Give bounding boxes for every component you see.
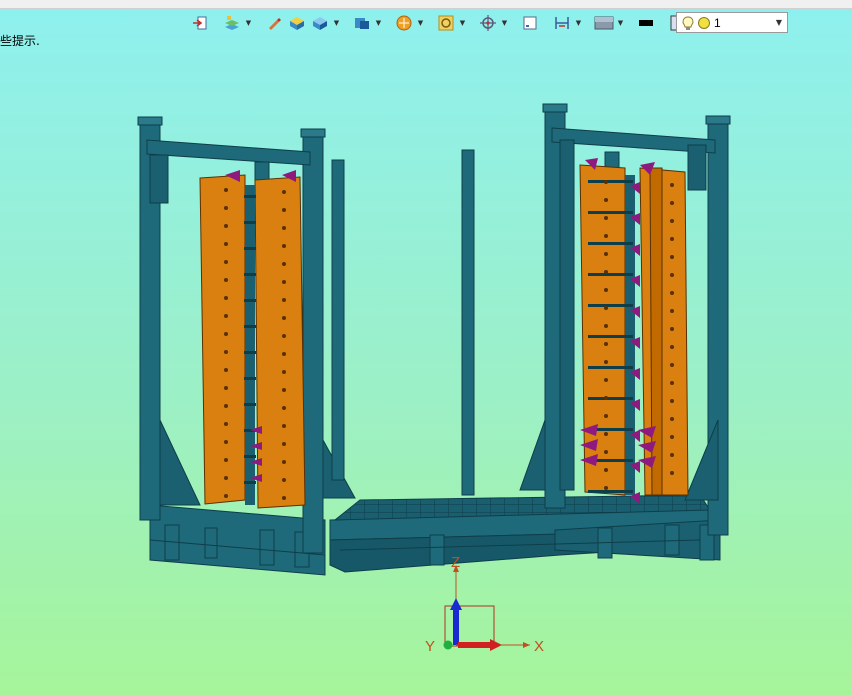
rung	[588, 180, 633, 183]
hole	[282, 244, 286, 248]
hole	[604, 360, 608, 364]
hole	[670, 309, 674, 313]
hole	[224, 206, 228, 210]
center-post	[461, 149, 475, 496]
hole	[282, 208, 286, 212]
rung	[244, 299, 256, 302]
rung	[244, 377, 256, 380]
hole	[224, 260, 228, 264]
rung	[244, 221, 256, 224]
hole	[224, 188, 228, 192]
hole	[224, 224, 228, 228]
hole	[670, 453, 674, 457]
rung	[588, 397, 633, 400]
rung	[588, 242, 633, 245]
hole	[604, 252, 608, 256]
hole	[604, 306, 608, 310]
hole	[670, 219, 674, 223]
hole	[670, 381, 674, 385]
rung	[244, 351, 256, 354]
hole	[670, 201, 674, 205]
hole	[282, 226, 286, 230]
rung	[244, 273, 256, 276]
rung	[588, 304, 633, 307]
rung	[588, 335, 633, 338]
hole	[670, 471, 674, 475]
hole	[282, 370, 286, 374]
hole	[604, 180, 608, 184]
hole	[670, 327, 674, 331]
hole	[604, 414, 608, 418]
hole	[604, 342, 608, 346]
rung	[244, 325, 256, 328]
hole	[224, 296, 228, 300]
hole	[670, 363, 674, 367]
hole	[282, 442, 286, 446]
hole	[282, 316, 286, 320]
hole	[604, 234, 608, 238]
hole	[282, 478, 286, 482]
hole	[224, 314, 228, 318]
rung	[244, 195, 256, 198]
hole	[604, 270, 608, 274]
hole	[282, 298, 286, 302]
hole	[282, 406, 286, 410]
hole	[282, 388, 286, 392]
hole	[604, 324, 608, 328]
hole	[604, 486, 608, 490]
rung	[588, 211, 633, 214]
hole	[282, 424, 286, 428]
hole	[604, 396, 608, 400]
hole	[604, 288, 608, 292]
hole	[282, 352, 286, 356]
hole	[224, 422, 228, 426]
base-frame	[149, 494, 721, 576]
hole	[670, 255, 674, 259]
hole	[670, 291, 674, 295]
hole	[670, 237, 674, 241]
hole	[604, 468, 608, 472]
hole	[224, 332, 228, 336]
hole	[224, 440, 228, 444]
hole	[604, 378, 608, 382]
rung	[588, 273, 633, 276]
hole	[604, 450, 608, 454]
z-axis-label: Z	[451, 554, 460, 571]
y-axis-label: Y	[425, 638, 435, 655]
hole	[604, 198, 608, 202]
rung	[588, 366, 633, 369]
hole	[670, 183, 674, 187]
rung	[244, 455, 256, 458]
3d-viewport[interactable]: Z X Y	[0, 0, 852, 695]
axis-triad: Z X Y	[425, 554, 544, 655]
hole	[282, 496, 286, 500]
hole	[224, 386, 228, 390]
rung	[588, 490, 633, 493]
hole	[670, 417, 674, 421]
hole	[604, 432, 608, 436]
hole	[224, 476, 228, 480]
rung	[244, 481, 256, 484]
hole	[282, 262, 286, 266]
hole	[670, 399, 674, 403]
hole	[282, 280, 286, 284]
hole	[224, 350, 228, 354]
rung	[244, 247, 256, 250]
hole	[670, 435, 674, 439]
hole	[224, 494, 228, 498]
hole	[670, 345, 674, 349]
hole	[224, 404, 228, 408]
hole	[224, 242, 228, 246]
hole	[604, 216, 608, 220]
hole	[282, 190, 286, 194]
x-axis-label: X	[534, 638, 544, 655]
hole	[224, 278, 228, 282]
hole	[282, 334, 286, 338]
hole	[224, 368, 228, 372]
hole	[282, 460, 286, 464]
hole	[224, 458, 228, 462]
hole	[670, 273, 674, 277]
rung	[244, 403, 256, 406]
